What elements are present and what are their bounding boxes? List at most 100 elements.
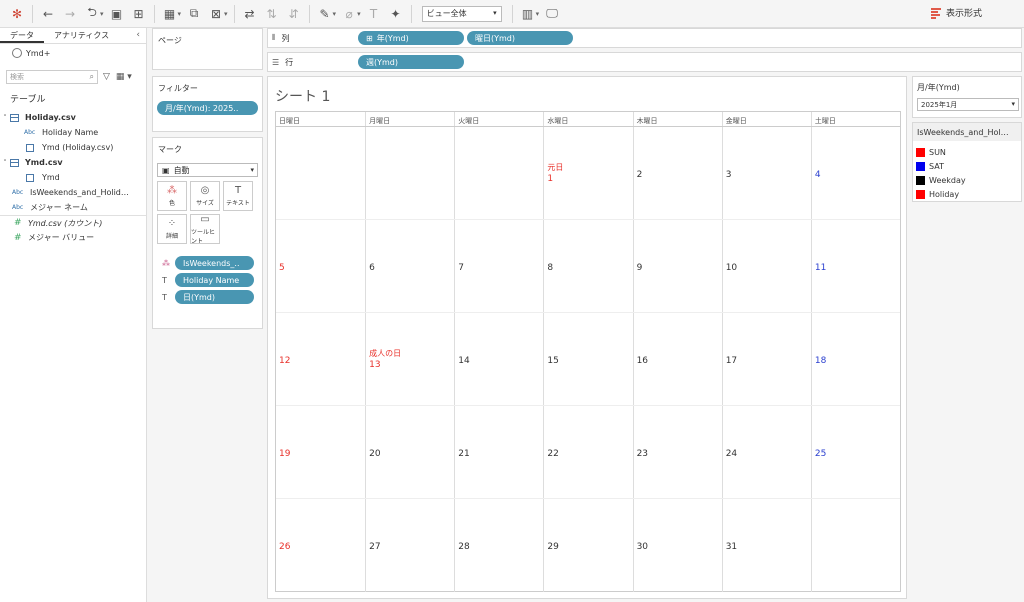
calendar-day-cell[interactable]: 10 <box>721 220 811 312</box>
redo-icon[interactable]: → <box>59 3 81 25</box>
search-input[interactable]: 検索 ⌕ <box>6 70 98 84</box>
color-icon: ⁂ <box>162 258 170 268</box>
calendar-day-cell[interactable]: 12 <box>276 313 365 405</box>
chevron-down-icon[interactable]: ▾ <box>224 10 228 18</box>
field-item[interactable]: Ymd (Holiday.csv) <box>0 140 146 155</box>
calendar-day-cell[interactable]: 27 <box>365 499 454 592</box>
calendar-day-cell[interactable]: 15 <box>543 313 632 405</box>
calendar-day-cell[interactable]: 23 <box>632 406 722 498</box>
weekday-header-cell: 水曜日 <box>543 112 632 126</box>
filter-pill[interactable]: 月/年(Ymd): 2025.. <box>157 101 258 115</box>
tableau-logo-icon[interactable]: ✻ <box>6 3 28 25</box>
labels-icon[interactable]: T <box>363 3 385 25</box>
tab-analytics[interactable]: アナリティクス <box>44 28 119 43</box>
calendar-day-cell[interactable]: 11 <box>810 220 900 312</box>
legend-item[interactable]: Holiday <box>913 187 1021 201</box>
duplicate-icon[interactable]: ⧉ <box>183 3 205 25</box>
day-number: 22 <box>547 449 559 459</box>
calendar-day-cell[interactable]: 18 <box>810 313 900 405</box>
sheet-title[interactable]: シート 1 <box>275 86 330 106</box>
size-button[interactable]: ◎ サイズ <box>190 181 220 211</box>
pill-week-ymd[interactable]: 週(Ymd) <box>358 55 464 69</box>
chevron-down-icon[interactable]: ▾ <box>333 10 337 18</box>
calendar-day-cell[interactable]: 成人の日 13 <box>365 313 454 405</box>
legend-item[interactable]: SAT <box>913 159 1021 173</box>
calendar-day-cell[interactable]: 元日 1 <box>543 127 632 219</box>
detail-button[interactable]: ⁘ 詳細 <box>157 214 187 244</box>
legend-item[interactable]: SUN <box>913 145 1021 159</box>
filter-icon[interactable]: ▽ <box>103 72 110 82</box>
chevron-down-icon[interactable]: ▾ <box>357 10 361 18</box>
rows-shelf[interactable]: ☰ 行 週(Ymd) <box>267 52 1022 72</box>
mark-type-select[interactable]: ▣ 自動 ▾ <box>157 163 258 177</box>
calendar-day-cell[interactable]: 21 <box>454 406 543 498</box>
field-item[interactable]: Ymd <box>0 170 146 185</box>
tooltip-button[interactable]: ▭ ツールヒント <box>190 214 220 245</box>
chevron-down-icon[interactable]: ▾ <box>536 10 540 18</box>
field-item[interactable]: # Ymd.csv (カウント) <box>0 215 146 230</box>
month-filter-value: 2025年1月 <box>921 100 958 109</box>
field-item[interactable]: ˅ Holiday.csv <box>0 110 146 125</box>
save-icon[interactable]: ▣ <box>106 3 128 25</box>
month-filter-select[interactable]: 2025年1月 ▾ <box>917 98 1019 111</box>
calendar-day-cell[interactable]: 2 <box>632 127 722 219</box>
calendar-day-cell[interactable]: 17 <box>721 313 811 405</box>
datasource-name: Ymd+ <box>26 48 51 58</box>
pill-weekday-ymd[interactable]: 曜日(Ymd) <box>467 31 573 45</box>
calendar-day-cell[interactable]: 3 <box>721 127 811 219</box>
sort-asc-icon[interactable]: ⇅ <box>261 3 283 25</box>
calendar-day-cell[interactable]: 24 <box>721 406 811 498</box>
swap-icon[interactable]: ⇄ <box>239 3 261 25</box>
field-item[interactable]: # メジャー バリュー <box>0 230 146 245</box>
pill-isweekends[interactable]: IsWeekends_.. <box>175 256 254 270</box>
chevron-down-icon[interactable]: ▾ <box>178 10 182 18</box>
calendar-day-cell[interactable]: 7 <box>454 220 543 312</box>
color-button[interactable]: ⁂ 色 <box>157 181 187 211</box>
calendar-day-cell[interactable]: 25 <box>810 406 900 498</box>
chevron-down-icon[interactable]: ˅ <box>0 114 10 122</box>
sort-desc-icon[interactable]: ⇵ <box>283 3 305 25</box>
show-me-button[interactable]: 表示形式 <box>930 6 982 19</box>
chevron-down-icon[interactable]: ▾ <box>100 10 104 18</box>
detail-label: 詳細 <box>165 233 178 240</box>
pages-card[interactable]: ページ <box>152 28 263 70</box>
legend-item[interactable]: Weekday <box>913 173 1021 187</box>
calendar-day-cell[interactable]: 30 <box>632 499 722 592</box>
undo-icon[interactable]: ← <box>37 3 59 25</box>
pill-day-ymd[interactable]: 日(Ymd) <box>175 290 254 304</box>
calendar-day-cell[interactable]: 8 <box>543 220 632 312</box>
calendar-day-cell[interactable]: 16 <box>632 313 722 405</box>
calendar-day-cell[interactable]: 5 <box>276 220 365 312</box>
presentation-icon[interactable]: 🖵 <box>541 3 563 25</box>
calendar-day-cell[interactable]: 4 <box>810 127 900 219</box>
calendar-day-cell[interactable]: 6 <box>365 220 454 312</box>
datasource-item[interactable]: Ymd+ <box>0 44 146 62</box>
calendar-day-cell[interactable]: 9 <box>632 220 722 312</box>
calendar-day-cell[interactable]: 14 <box>454 313 543 405</box>
columns-shelf[interactable]: ⦀ 列 ⊞ 年(Ymd) 曜日(Ymd) <box>267 28 1022 48</box>
calendar-day-cell[interactable]: 20 <box>365 406 454 498</box>
calendar-day-cell[interactable]: 31 <box>721 499 811 592</box>
legend-items: SUN SAT Weekday Holiday <box>913 145 1021 201</box>
new-datasource-icon[interactable]: ⊞ <box>128 3 150 25</box>
chevron-down-icon[interactable]: ˅ <box>0 159 10 167</box>
field-item[interactable]: ˅ Ymd.csv <box>0 155 146 170</box>
calendar-day-cell[interactable]: 28 <box>454 499 543 592</box>
pill-holiday-name[interactable]: Holiday Name <box>175 273 254 287</box>
calendar-day-cell[interactable]: 26 <box>276 499 365 592</box>
text-button[interactable]: T テキスト <box>223 181 253 211</box>
calendar-day-cell[interactable]: 22 <box>543 406 632 498</box>
field-item[interactable]: Abc Holiday Name <box>0 125 146 140</box>
view-options-icon[interactable]: ▦ ▾ <box>116 72 132 82</box>
collapse-pane-icon[interactable]: ‹ <box>130 28 146 43</box>
view-fit-select[interactable]: ビュー全体 ▾ <box>421 5 502 22</box>
field-item[interactable]: Abc IsWeekends_and_Holid… <box>0 185 146 200</box>
field-label: Ymd <box>42 173 60 182</box>
tab-data[interactable]: データ <box>0 28 44 43</box>
calendar-day-cell[interactable]: 19 <box>276 406 365 498</box>
day-number: 1 <box>547 174 554 184</box>
field-item[interactable]: Abc メジャー ネーム <box>0 200 146 215</box>
pill-year-ymd[interactable]: ⊞ 年(Ymd) <box>358 31 464 45</box>
pin-icon[interactable]: ✦ <box>385 3 407 25</box>
calendar-day-cell[interactable]: 29 <box>543 499 632 592</box>
